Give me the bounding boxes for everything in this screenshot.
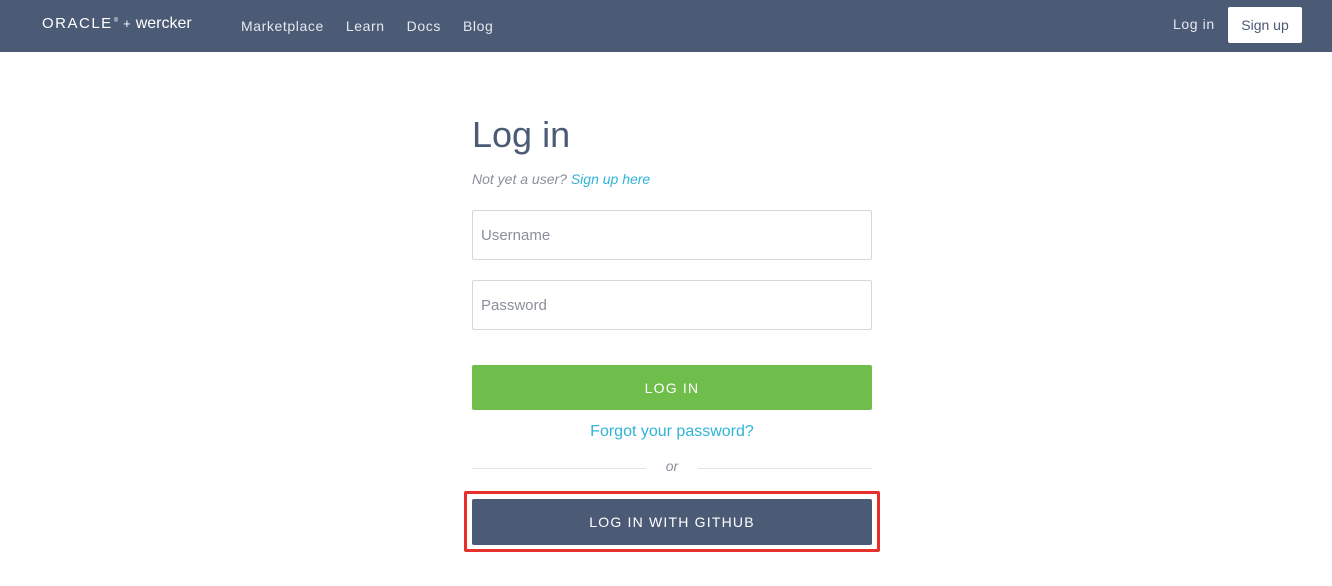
password-input[interactable] [472, 280, 872, 330]
top-navigation-bar: ORACLE ® + wercker Marketplace Learn Doc… [0, 0, 1332, 52]
header-signup-button[interactable]: Sign up [1228, 7, 1302, 43]
oracle-wercker-logo[interactable]: ORACLE ® + wercker [42, 15, 192, 33]
page-title: Log in [472, 114, 571, 155]
divider-line-left [472, 468, 646, 469]
username-input[interactable] [472, 210, 872, 260]
divider-line-right [698, 468, 872, 469]
logo-plus: + [123, 16, 131, 31]
header-login-link[interactable]: Log in [1173, 16, 1215, 32]
nav-link-docs[interactable]: Docs [407, 18, 441, 34]
signup-prompt: Not yet a user? Sign up here [472, 171, 650, 187]
nav-link-marketplace[interactable]: Marketplace [241, 18, 324, 34]
login-button[interactable]: LOG IN [472, 365, 872, 410]
signup-here-link[interactable]: Sign up here [571, 171, 650, 187]
logo-product: wercker [135, 15, 192, 32]
forgot-password-link[interactable]: Forgot your password? [472, 423, 872, 441]
github-login-button[interactable]: LOG IN WITH GITHUB [472, 499, 872, 545]
main-nav: Marketplace Learn Docs Blog [241, 0, 515, 52]
divider-or-text: or [665, 458, 679, 474]
logo-brand: ORACLE [42, 15, 113, 32]
nav-link-learn[interactable]: Learn [346, 18, 385, 34]
nav-link-blog[interactable]: Blog [463, 18, 493, 34]
signup-prompt-text: Not yet a user? [472, 171, 567, 187]
logo-trademark: ® [113, 18, 119, 24]
